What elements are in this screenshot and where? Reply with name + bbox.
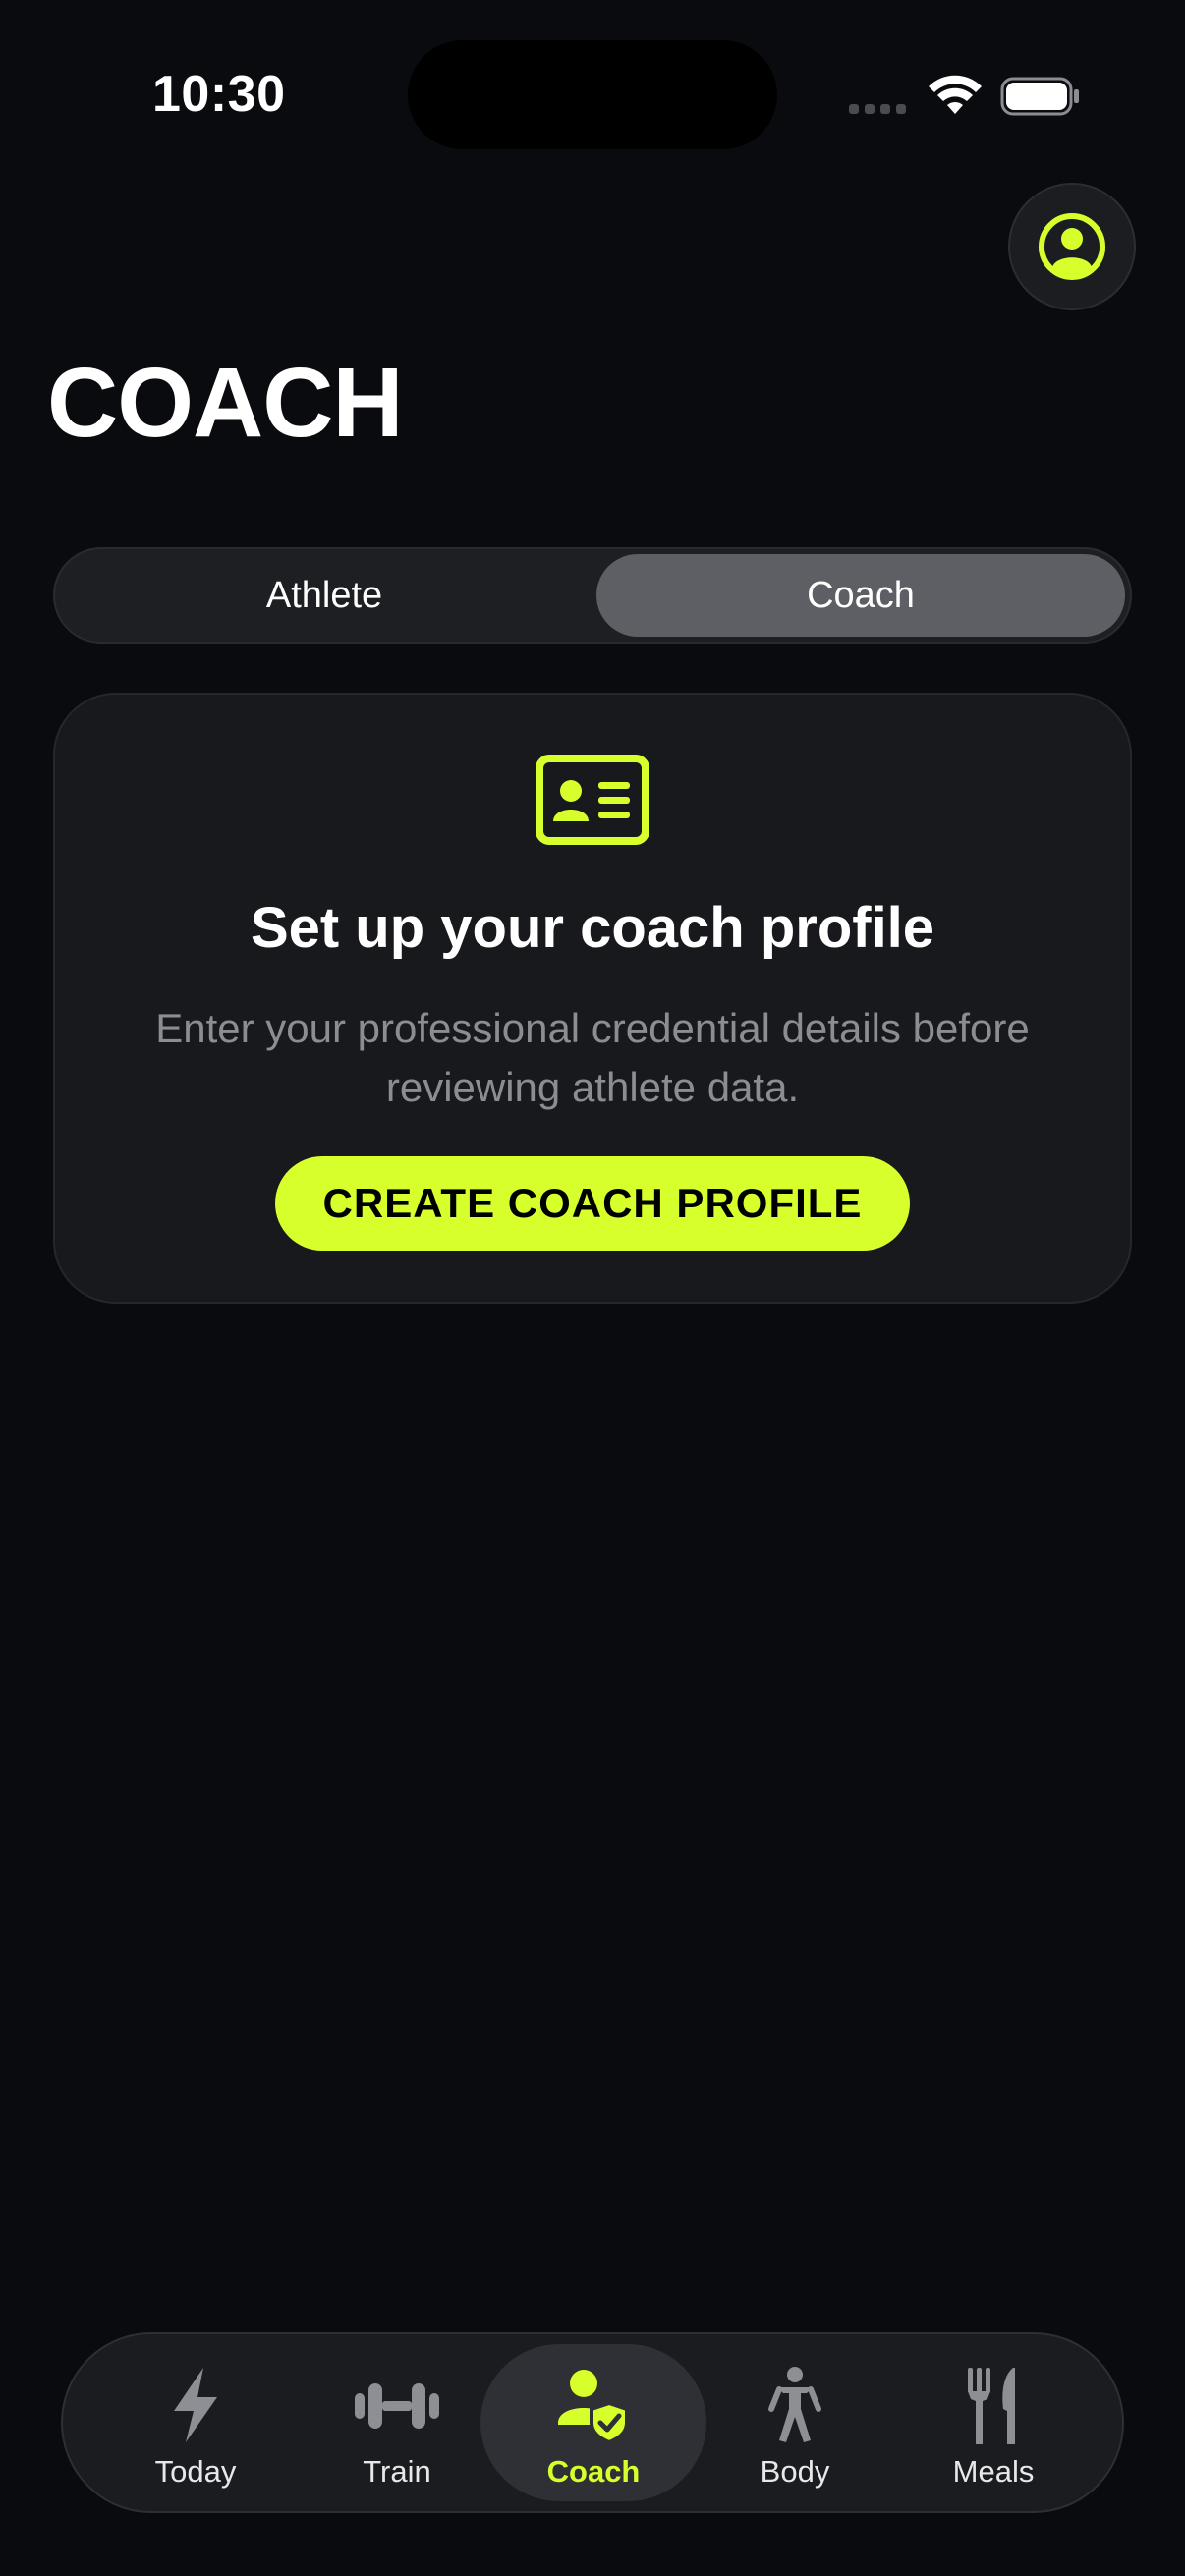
tab-body[interactable]: Body xyxy=(682,2344,908,2501)
tab-train[interactable]: Train xyxy=(284,2344,510,2501)
card-description: Enter your professional credential detai… xyxy=(155,1005,1030,1110)
tab-label: Body xyxy=(760,2454,830,2489)
fork-knife-icon xyxy=(968,2368,1015,2444)
tab-bar: Today Train Coach Body Meals xyxy=(61,2332,1124,2513)
status-time: 10:30 xyxy=(152,66,286,123)
bolt-icon xyxy=(174,2368,217,2442)
cellular-signal-icon xyxy=(849,104,906,114)
person-standing-icon xyxy=(768,2367,821,2442)
tab-label: Train xyxy=(363,2454,431,2489)
tab-label: Coach xyxy=(546,2454,641,2489)
user-circle-icon xyxy=(1039,213,1105,280)
page-title: COACH xyxy=(47,348,404,458)
tab-label: Meals xyxy=(952,2454,1035,2489)
card-title: Set up your coach profile xyxy=(250,896,935,960)
tab-today[interactable]: Today xyxy=(83,2344,309,2501)
id-card-icon xyxy=(536,755,649,845)
role-segmented-control: Athlete Coach xyxy=(53,547,1132,644)
tab-meals[interactable]: Meals xyxy=(880,2344,1106,2501)
tab-coach[interactable]: Coach xyxy=(480,2344,706,2501)
tab-label: Today xyxy=(154,2454,237,2489)
wifi-icon xyxy=(929,75,982,114)
segment-athlete[interactable]: Athlete xyxy=(60,554,589,637)
create-coach-profile-button[interactable]: CREATE COACH PROFILE xyxy=(275,1156,910,1251)
battery-icon xyxy=(1000,77,1079,116)
dynamic-island xyxy=(408,40,777,149)
profile-button[interactable] xyxy=(1008,183,1136,310)
dumbbell-icon xyxy=(355,2383,439,2429)
coach-verified-icon xyxy=(558,2370,629,2444)
coach-profile-setup-card: Set up your coach profile Enter your pro… xyxy=(53,693,1132,1304)
segment-coach[interactable]: Coach xyxy=(596,554,1125,637)
